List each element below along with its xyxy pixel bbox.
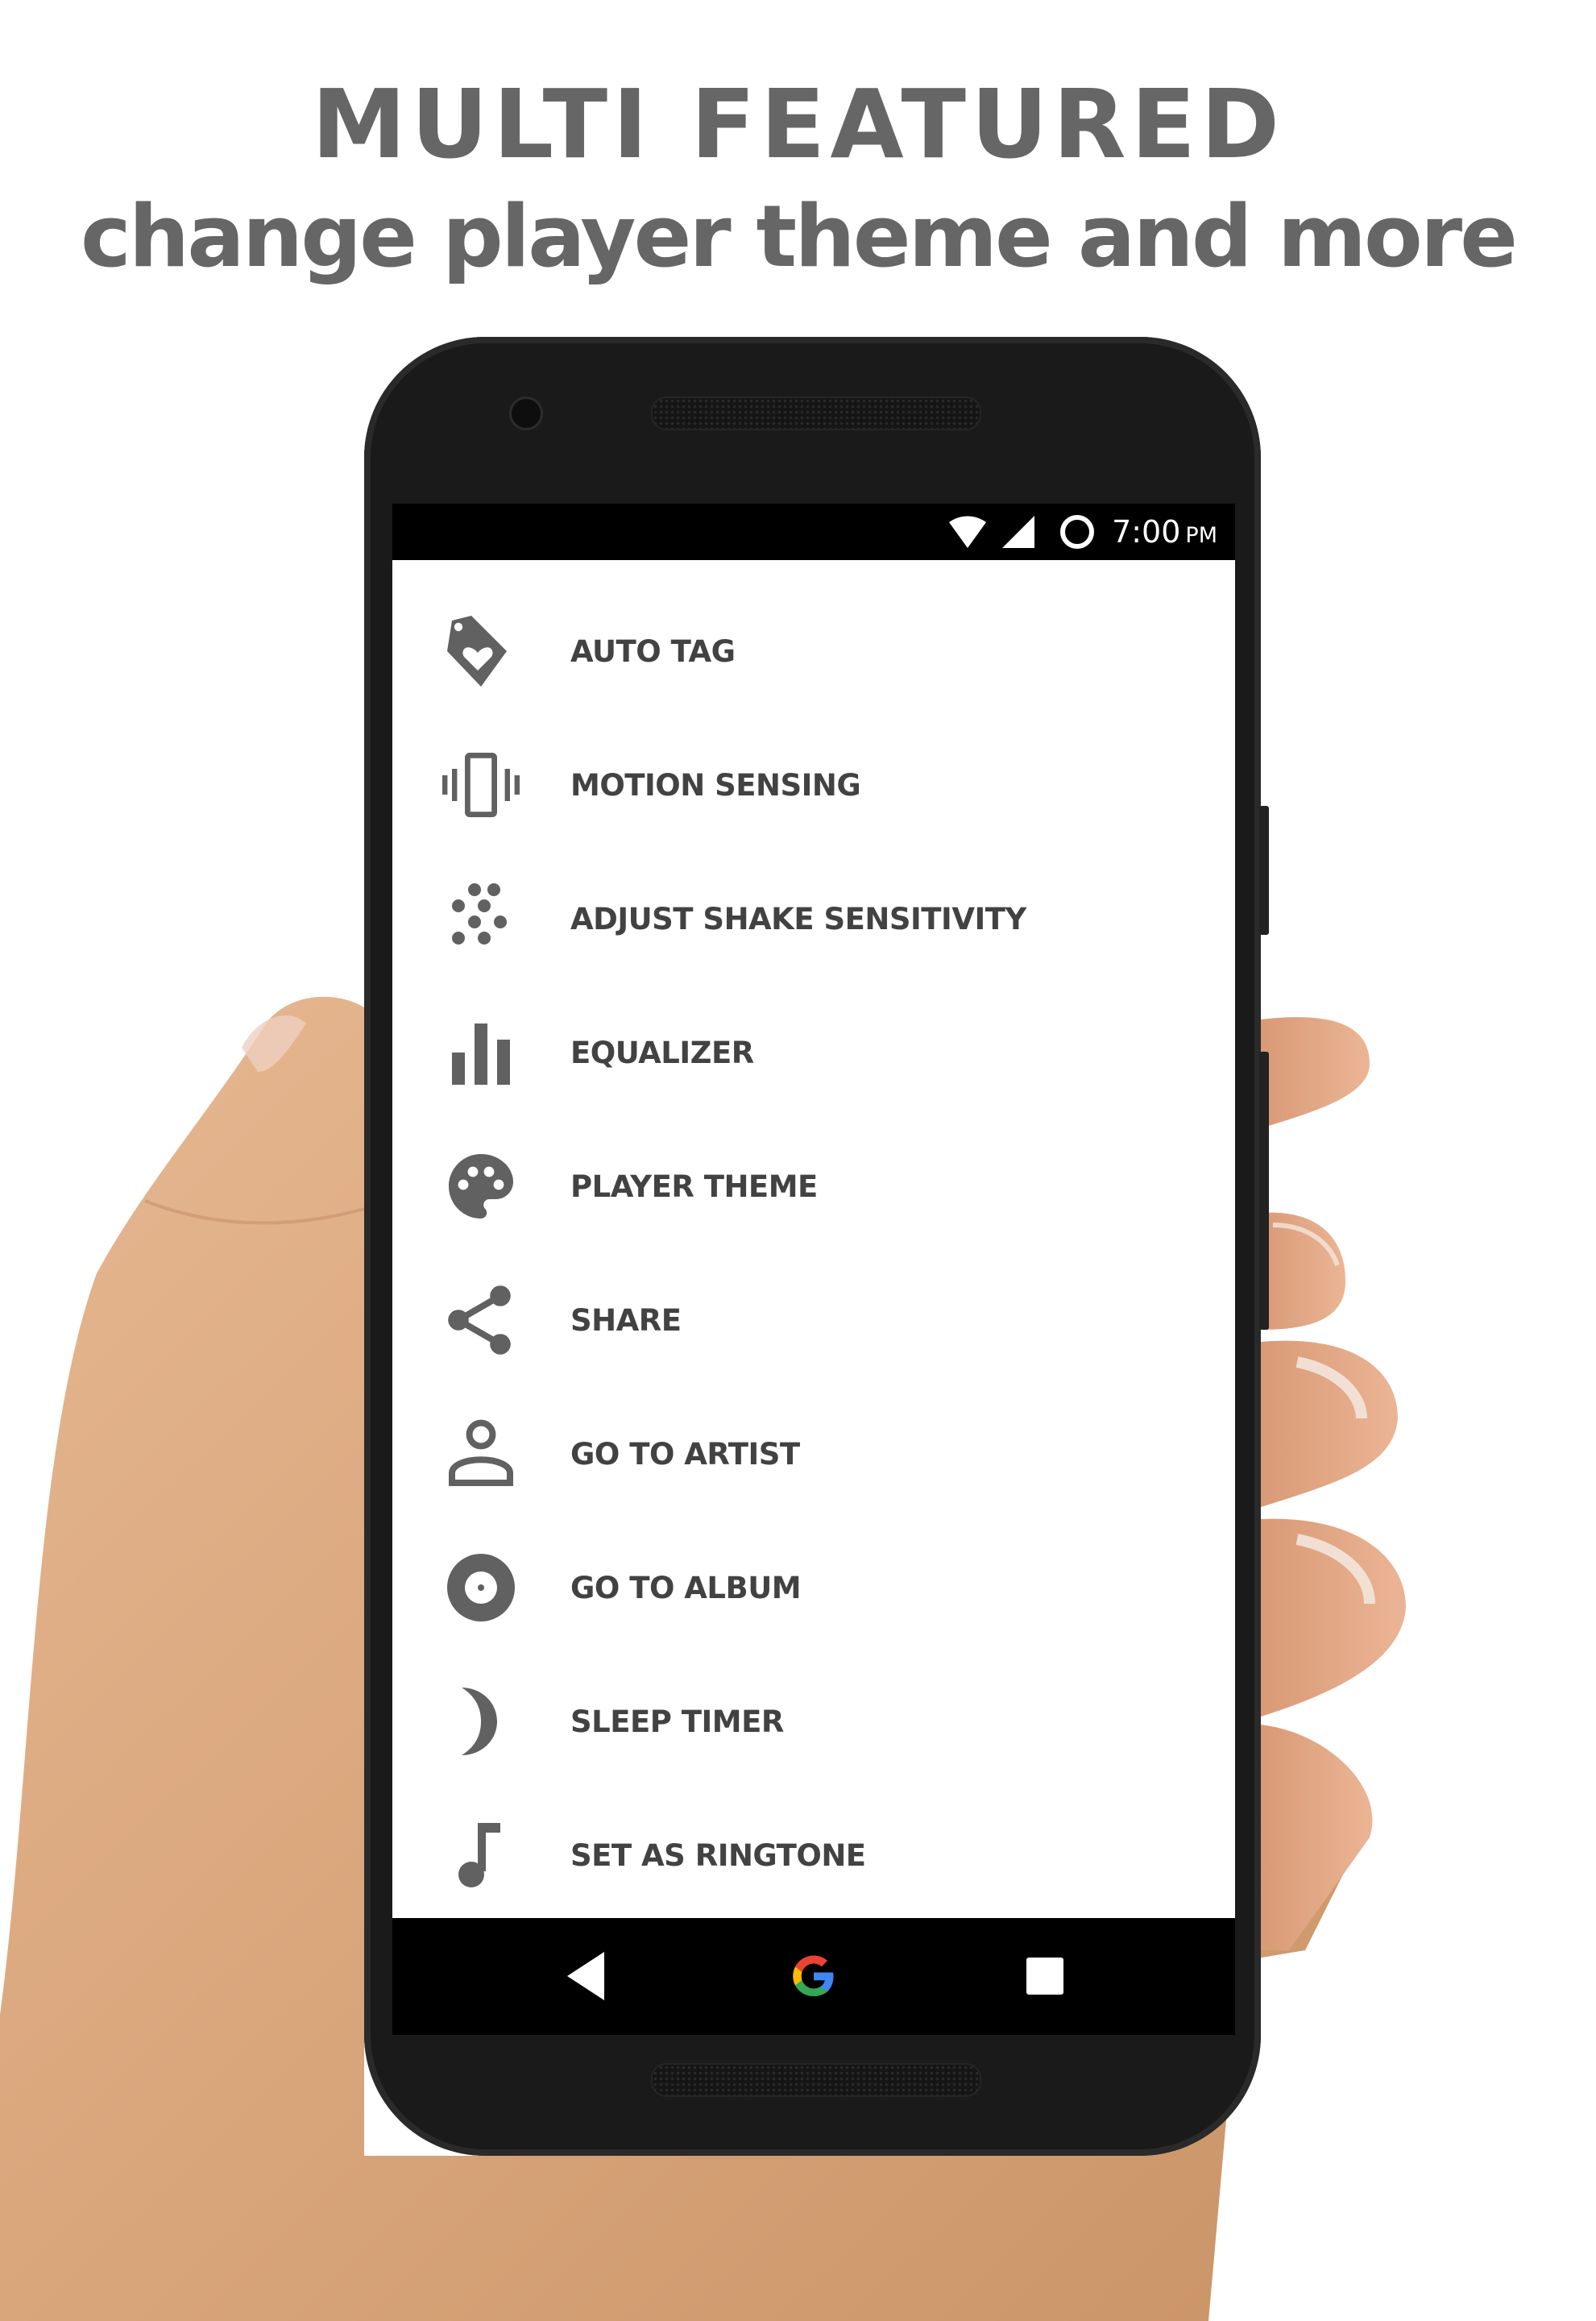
menu-item-label: GO TO ALBUM xyxy=(570,1570,802,1605)
menu-item-label: SLEEP TIMER xyxy=(570,1704,784,1739)
moon-icon xyxy=(441,1681,521,1762)
menu-item-player-theme[interactable]: PLAYER THEME xyxy=(392,1119,1235,1253)
menu-item-label: PLAYER THEME xyxy=(570,1169,818,1204)
wifi-icon xyxy=(949,516,987,548)
headline-title: MULTI FEATURED xyxy=(311,69,1285,180)
signal-icon xyxy=(1002,516,1035,548)
menu-item-shake-sensitivity[interactable]: ADJUST SHAKE SENSITIVITY xyxy=(392,852,1235,986)
menu-item-label: SHARE xyxy=(570,1302,682,1338)
dots-sensitivity-icon xyxy=(441,878,521,959)
menu-item-label: MOTION SENSING xyxy=(570,767,861,803)
person-icon xyxy=(441,1414,521,1494)
home-button[interactable] xyxy=(781,1944,846,2008)
vibration-icon xyxy=(441,745,521,825)
equalizer-icon xyxy=(441,1012,521,1093)
menu-item-label: GO TO ARTIST xyxy=(570,1436,800,1472)
menu-item-sleep-timer[interactable]: SLEEP TIMER xyxy=(392,1655,1235,1788)
back-button[interactable] xyxy=(553,1944,618,2008)
menu-item-label: SET AS RINGTONE xyxy=(570,1837,866,1873)
palette-icon xyxy=(441,1146,521,1227)
clock-time: 7:00 xyxy=(1112,514,1181,550)
share-icon xyxy=(441,1280,521,1360)
menu-item-go-to-artist[interactable]: GO TO ARTIST xyxy=(392,1387,1235,1521)
menu-item-label: ADJUST SHAKE SENSITIVITY xyxy=(570,901,1026,936)
navigation-bar xyxy=(392,1918,1235,2035)
power-button xyxy=(1259,806,1269,935)
music-note-icon xyxy=(441,1815,521,1895)
recents-icon xyxy=(1026,1958,1063,1995)
sync-circle-icon xyxy=(1060,515,1095,549)
front-camera xyxy=(509,397,543,430)
recents-button[interactable] xyxy=(1013,1944,1077,2008)
menu-item-set-as-ringtone[interactable]: SET AS RINGTONE xyxy=(392,1788,1235,1922)
album-icon xyxy=(441,1547,521,1628)
menu-item-auto-tag[interactable]: AUTO TAG xyxy=(392,584,1235,718)
clock-ampm: PM xyxy=(1185,523,1217,548)
phone-screen: 7:00 PM AUTO TAG MOTION SENSING ADJUST SH… xyxy=(392,504,1235,2035)
menu-item-go-to-album[interactable]: GO TO ALBUM xyxy=(392,1521,1235,1655)
menu-item-equalizer[interactable]: EQUALIZER xyxy=(392,986,1235,1119)
menu-item-share[interactable]: SHARE xyxy=(392,1253,1235,1387)
back-icon xyxy=(567,1952,604,2000)
finger-1 xyxy=(1261,1017,1370,1128)
status-bar: 7:00 PM xyxy=(392,504,1235,560)
bottom-speaker xyxy=(651,2063,981,2097)
headline-subtitle: change player theme and more xyxy=(80,187,1518,286)
google-home-icon xyxy=(793,1955,834,1996)
finger-3 xyxy=(1261,1340,1398,1507)
volume-button xyxy=(1259,1052,1269,1330)
menu-item-label: AUTO TAG xyxy=(570,633,736,669)
clock: 7:00 PM xyxy=(1112,514,1217,550)
menu-item-motion-sensing[interactable]: MOTION SENSING xyxy=(392,718,1235,852)
menu-item-label: EQUALIZER xyxy=(570,1035,754,1070)
top-speaker xyxy=(651,397,981,430)
tag-heart-icon xyxy=(441,611,521,691)
